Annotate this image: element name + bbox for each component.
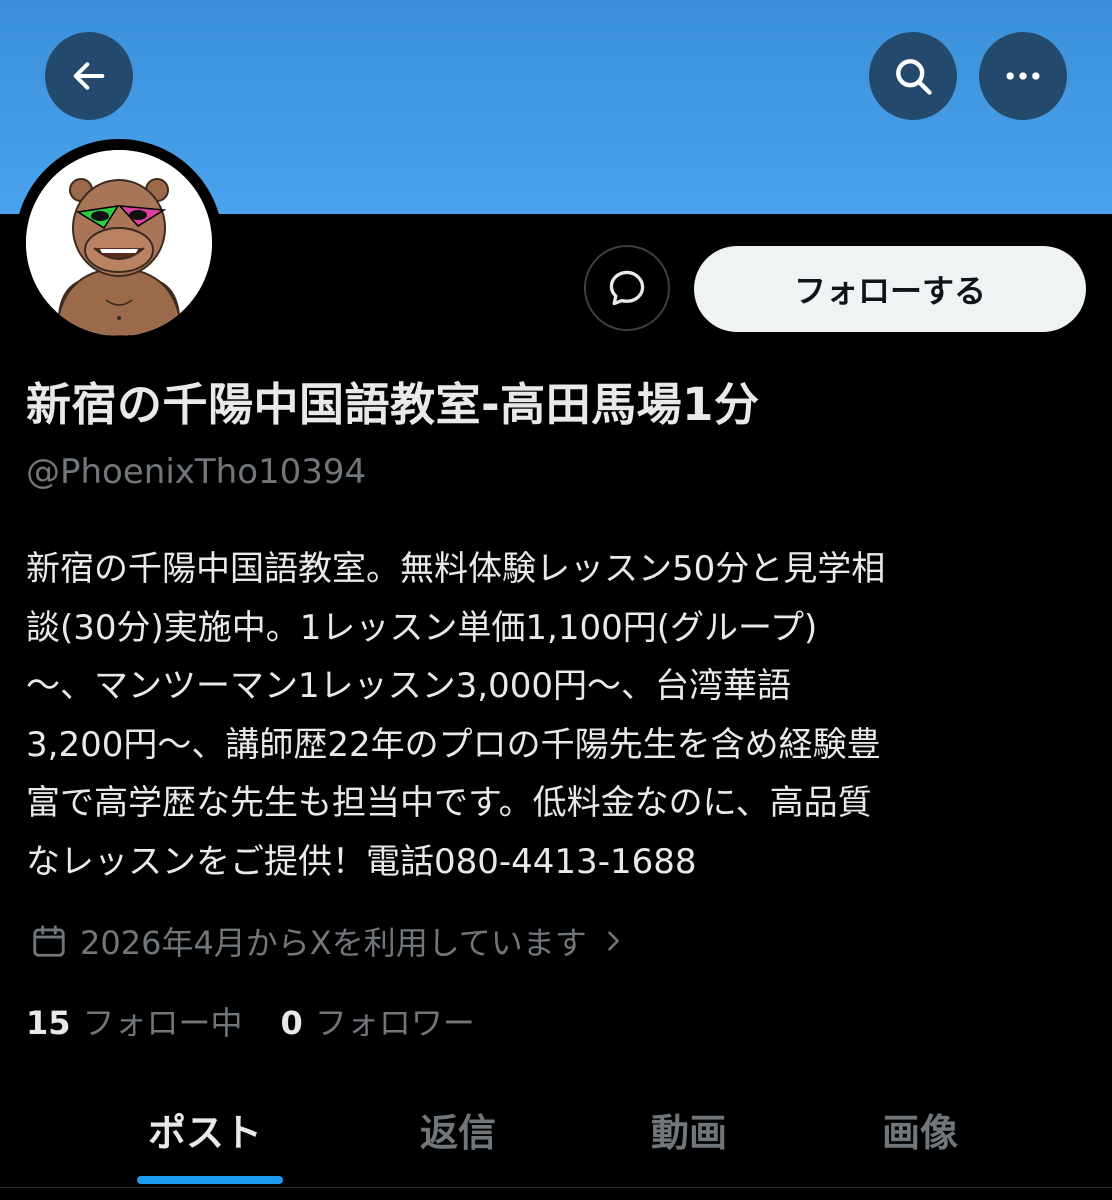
- message-button[interactable]: [584, 245, 670, 331]
- followers-count: 0: [280, 1004, 303, 1042]
- tab-posts[interactable]: ポスト: [148, 1102, 262, 1157]
- active-tab-indicator: [137, 1176, 283, 1184]
- message-bubble-icon: [609, 270, 645, 306]
- tabs-divider: [0, 1187, 1112, 1188]
- search-icon: [896, 59, 932, 95]
- avatar-image: [26, 150, 212, 336]
- back-button[interactable]: [45, 32, 133, 120]
- follow-button[interactable]: フォローする: [694, 246, 1086, 332]
- calendar-icon: [33, 925, 65, 957]
- following-link[interactable]: 15 フォロー中: [26, 998, 243, 1044]
- followers-link[interactable]: 0 フォロワー: [281, 998, 475, 1044]
- chevron-right-icon: [607, 931, 619, 951]
- following-count: 15: [26, 1004, 71, 1042]
- follow-stats: 15 フォロー中 0 フォロワー: [26, 998, 475, 1044]
- profile-name: 新宿の千陽中国語教室-高田馬場1分: [26, 378, 760, 431]
- profile-bio: 新宿の千陽中国語教室。無料体験レッスン50分と見学相 談(30分)実施中。1レッ…: [26, 549, 886, 882]
- arrow-left-icon: [73, 62, 105, 90]
- bear-with-sunglasses-avatar: [26, 150, 212, 336]
- profile-avatar[interactable]: [15, 139, 223, 347]
- joined-date-text: 2026年4月からXを利用しています: [80, 924, 587, 962]
- more-horizontal-icon: [1006, 72, 1040, 80]
- search-button[interactable]: [869, 32, 957, 120]
- following-label: フォロー中: [82, 1004, 243, 1042]
- tab-images[interactable]: 画像: [882, 1102, 958, 1157]
- followers-label: フォロワー: [314, 1004, 475, 1042]
- more-button[interactable]: [979, 32, 1067, 120]
- profile-handle: @PhoenixTho10394: [26, 452, 367, 492]
- joined-date-row[interactable]: 2026年4月からXを利用しています: [30, 918, 627, 964]
- tab-videos[interactable]: 動画: [651, 1102, 727, 1157]
- tab-replies[interactable]: 返信: [420, 1102, 496, 1157]
